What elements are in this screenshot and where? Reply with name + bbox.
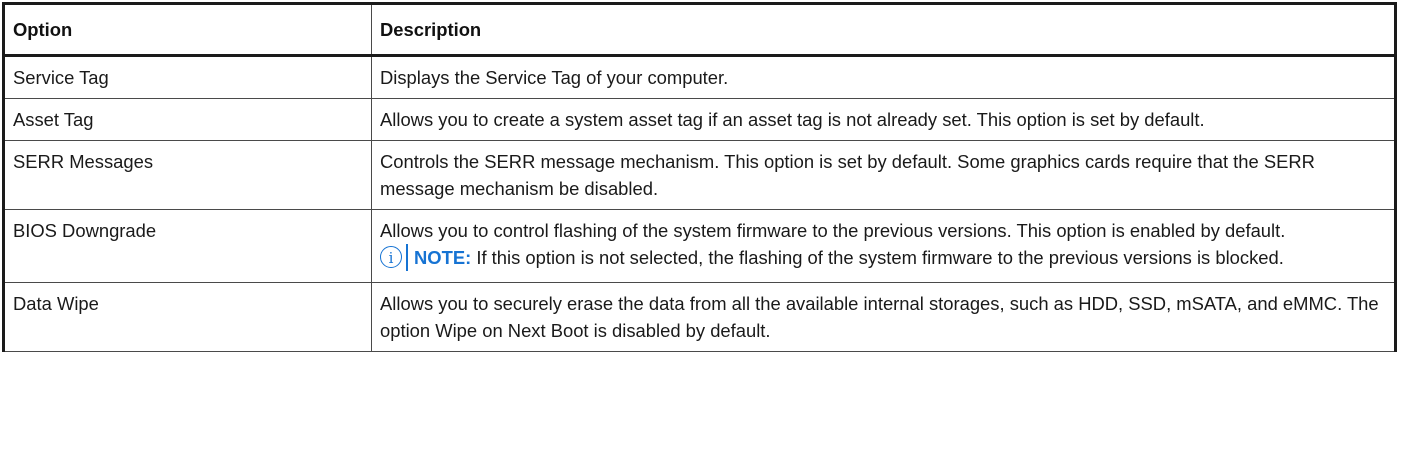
description-cell: Allows you to securely erase the data fr… <box>371 282 1397 352</box>
table-header: Option Description <box>2 2 1397 57</box>
option-cell: Asset Tag <box>2 98 372 141</box>
info-icon: i <box>380 246 402 268</box>
note-text: If this option is not selected, the flas… <box>471 247 1284 268</box>
option-cell: Service Tag <box>2 55 372 99</box>
table-body: Service Tag Displays the Service Tag of … <box>2 55 1397 352</box>
bios-options-table: Option Description Service Tag Displays … <box>2 2 1397 352</box>
description-cell: Controls the SERR message mechanism. Thi… <box>371 140 1397 210</box>
note-label: NOTE: <box>414 247 472 268</box>
column-header-description: Description <box>371 2 1397 57</box>
table-row: Asset Tag Allows you to create a system … <box>2 98 1397 141</box>
option-cell: BIOS Downgrade <box>2 209 372 283</box>
table-row: SERR Messages Controls the SERR message … <box>2 140 1397 210</box>
table-row: Data Wipe Allows you to securely erase t… <box>2 282 1397 352</box>
column-header-option: Option <box>2 2 372 57</box>
table-row: Service Tag Displays the Service Tag of … <box>2 55 1397 99</box>
description-cell: Allows you to control flashing of the sy… <box>371 209 1397 283</box>
option-cell: SERR Messages <box>2 140 372 210</box>
option-cell: Data Wipe <box>2 282 372 352</box>
note-body: NOTE: If this option is not selected, th… <box>406 244 1386 271</box>
note-callout: i NOTE: If this option is not selected, … <box>380 244 1386 271</box>
description-cell: Allows you to create a system asset tag … <box>371 98 1397 141</box>
description-text: Allows you to control flashing of the sy… <box>380 220 1286 241</box>
description-cell: Displays the Service Tag of your compute… <box>371 55 1397 99</box>
header-row: Option Description <box>2 2 1397 57</box>
table-row: BIOS Downgrade Allows you to control fla… <box>2 209 1397 283</box>
